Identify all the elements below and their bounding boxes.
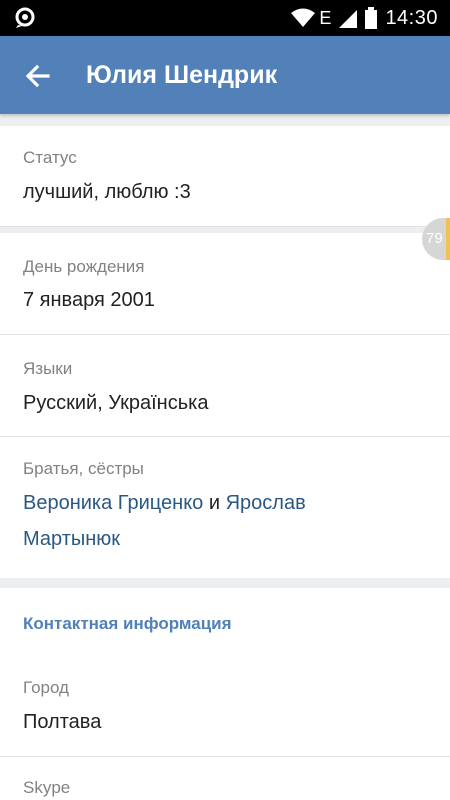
conjunction-text: и	[208, 492, 221, 514]
battery-icon	[365, 7, 378, 29]
sibling-link-yaroslav-part1: Ярослав	[225, 492, 306, 514]
profile-info-card: Статус лучший, люблю :3 День рождения 7 …	[0, 126, 450, 578]
clock: 14:30	[385, 6, 438, 29]
status-label: Статус	[23, 148, 77, 167]
status-section: Статус лучший, люблю :3	[0, 126, 450, 227]
notification-icon	[15, 7, 35, 28]
skype-label: Skype	[23, 778, 71, 797]
birthday-label: День рождения	[23, 257, 145, 276]
contacts-card: Контактная информация Город Полтава Skyp…	[0, 588, 450, 800]
page-title: Юлия Шендрик	[86, 61, 278, 89]
birthday-section: День рождения 7 января 2001	[0, 233, 450, 335]
city-section: Город Полтава	[0, 656, 450, 757]
siblings-value: Вероника Гриценко и Ярослав Мартынюк	[23, 485, 423, 557]
city-value: Полтава	[23, 711, 102, 733]
siblings-section: Братья, сёстры Вероника Гриценко и Яросл…	[0, 437, 450, 579]
siblings-label: Братья, сёстры	[23, 459, 144, 478]
birthday-value: 7 января 2001	[23, 289, 155, 311]
sibling-link-veronika[interactable]: Вероника Гриценко	[23, 492, 203, 514]
network-type-label: E	[319, 7, 332, 28]
contacts-heading: Контактная информация	[23, 614, 232, 633]
city-label: Город	[23, 678, 69, 697]
skype-section: Skype	[0, 757, 450, 800]
status-bar: E 14:30	[0, 0, 450, 36]
languages-value: Русский, Українська	[23, 392, 209, 414]
sibling-link-yaroslav-part2: Мартынюк	[23, 528, 121, 550]
signal-icon	[339, 10, 358, 28]
status-value: лучший, люблю :3	[23, 181, 191, 203]
back-arrow-icon[interactable]	[20, 58, 56, 94]
wifi-icon	[291, 8, 316, 27]
app-bar: Юлия Шендрик	[0, 36, 450, 114]
languages-label: Языки	[23, 359, 73, 378]
side-badge-accent	[446, 218, 450, 260]
languages-section: Языки Русский, Українська	[0, 335, 450, 437]
